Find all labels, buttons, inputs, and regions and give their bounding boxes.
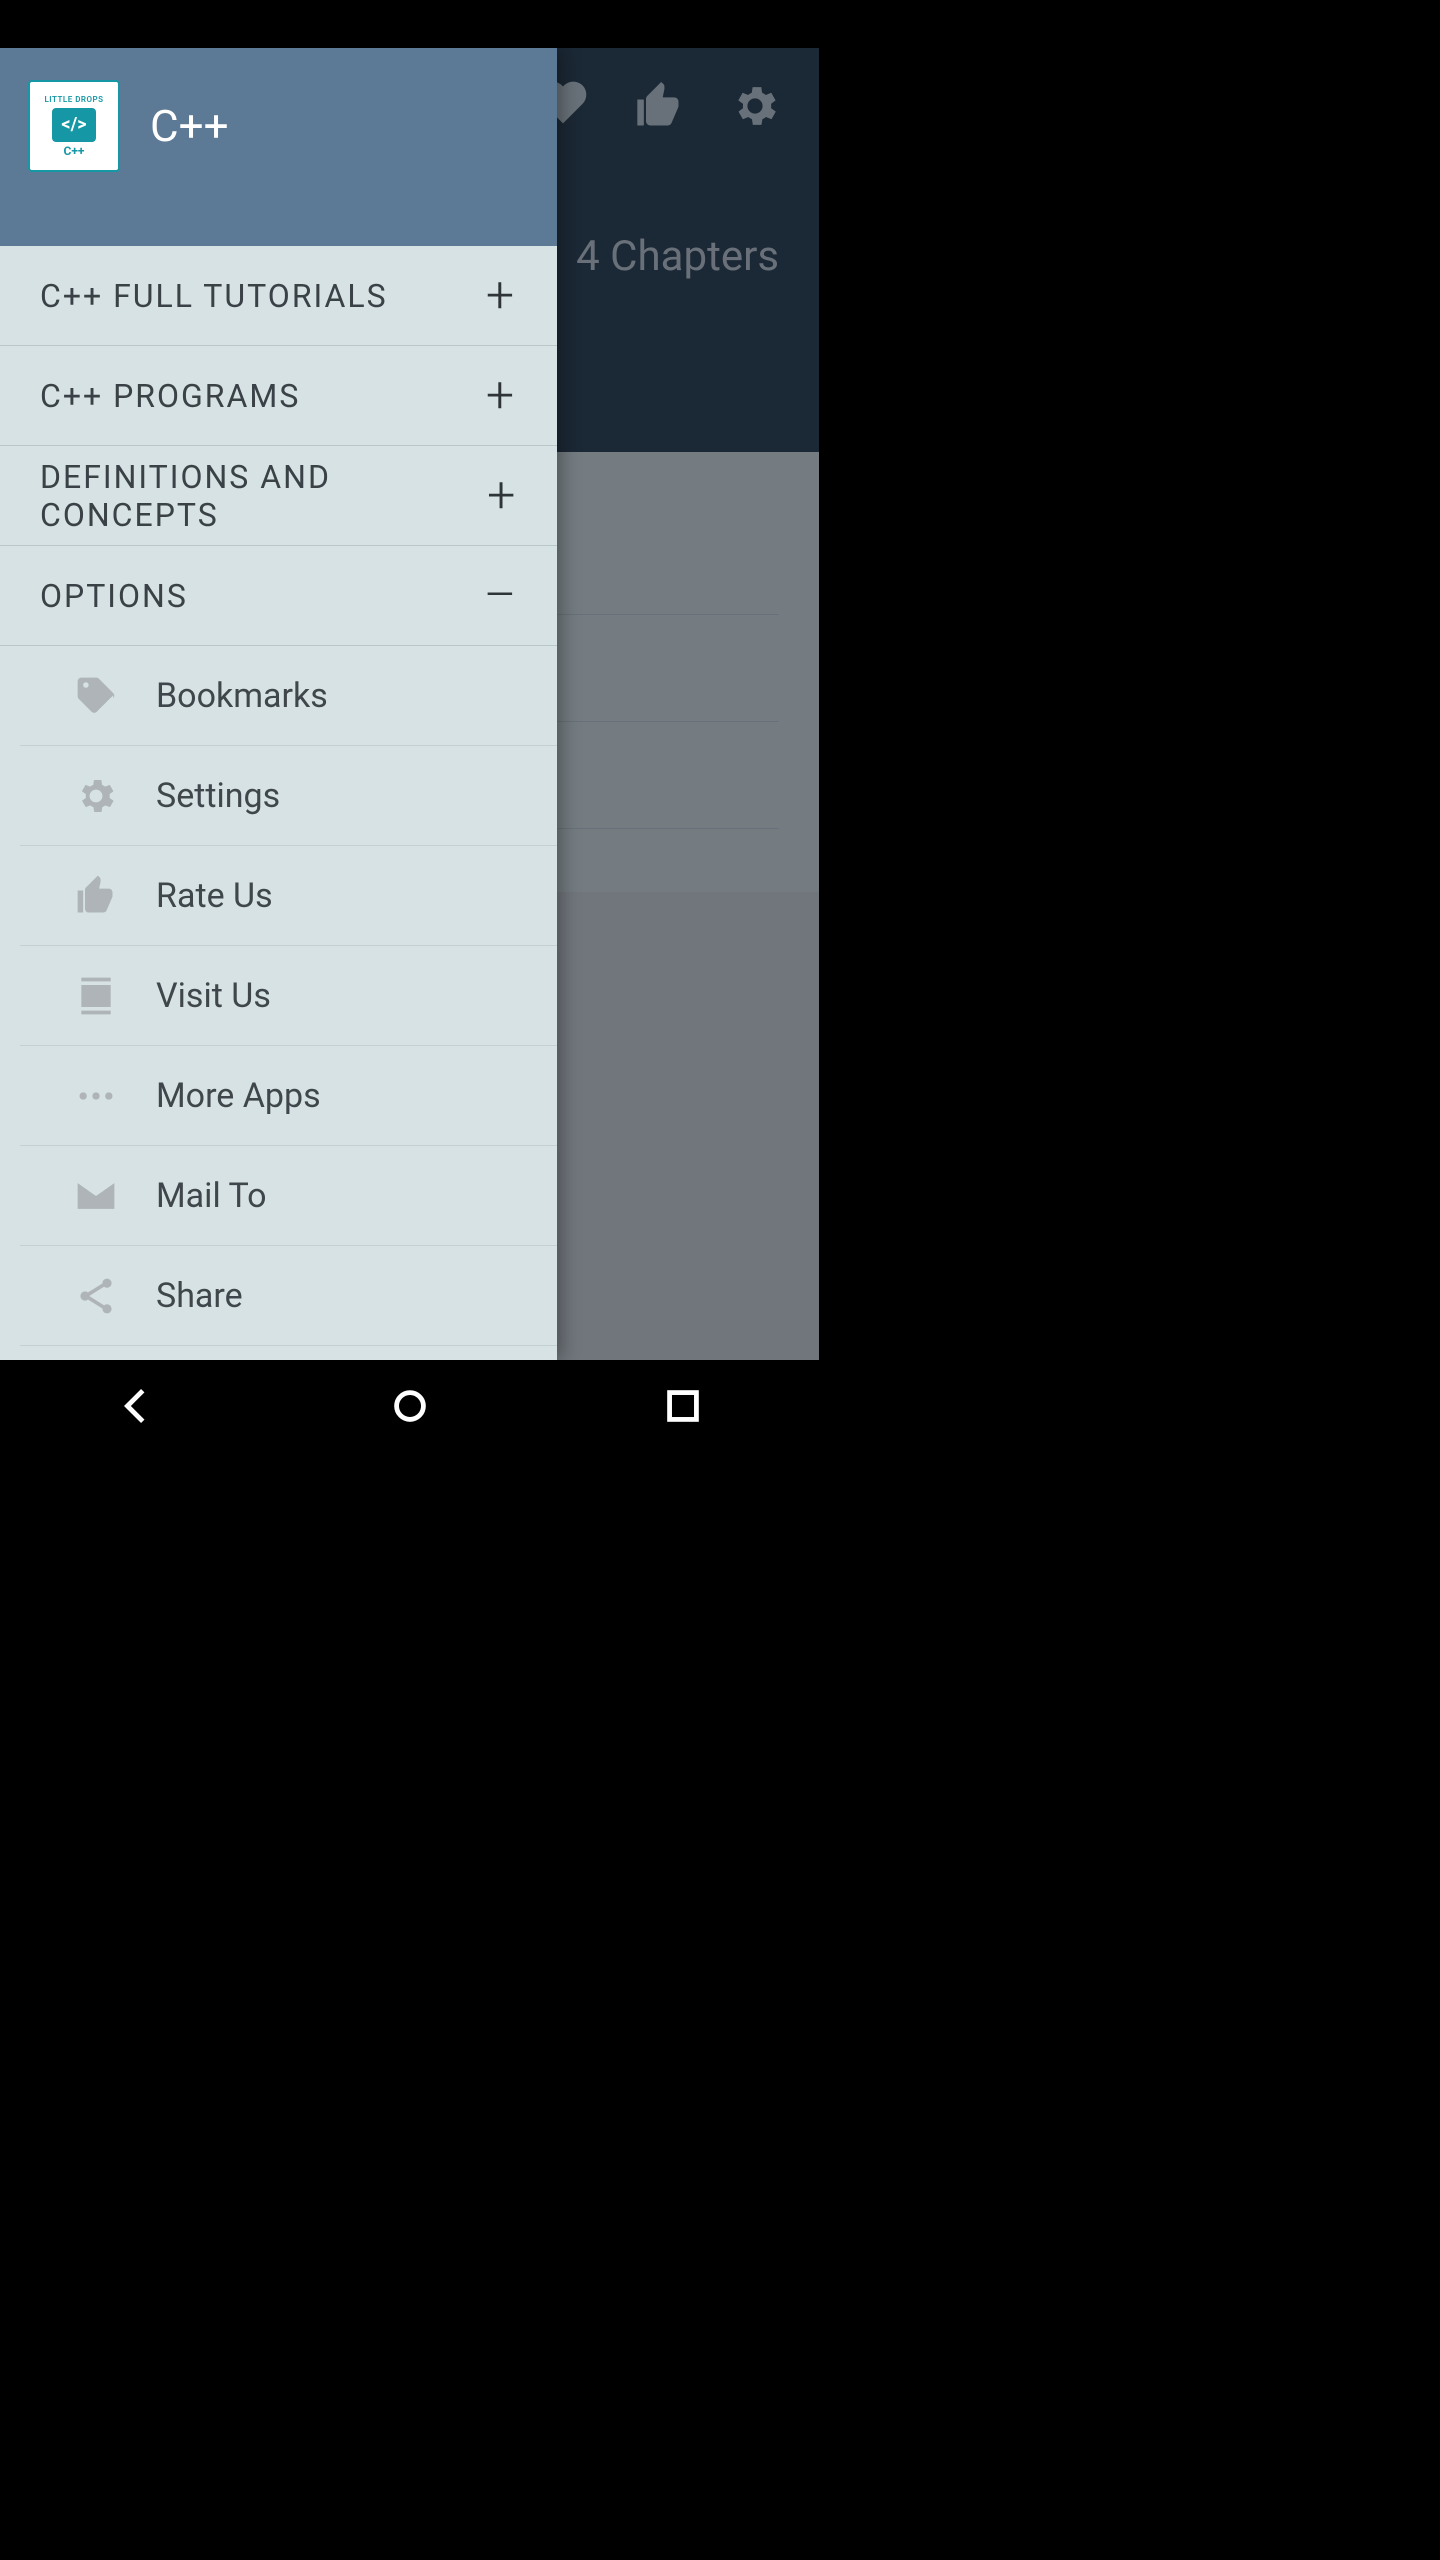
- section-definitions[interactable]: DEFINITIONS AND CONCEPTS+: [0, 446, 557, 546]
- option-visit-us[interactable]: Visit Us: [20, 946, 557, 1046]
- section-full-tutorials[interactable]: C++ FULL TUTORIALS +: [0, 246, 557, 346]
- more-icon: [68, 1068, 124, 1124]
- minus-icon: –: [483, 567, 519, 625]
- option-label: Mail To: [156, 1176, 267, 1216]
- home-button[interactable]: [387, 1383, 433, 1433]
- option-rate-us[interactable]: Rate Us: [20, 846, 557, 946]
- section-label: DEFINITIONS AND CONCEPTS: [40, 458, 486, 534]
- navigation-drawer: LITTLE DROPS </> C++ C++ C++ FULL TUTORI…: [0, 48, 557, 1360]
- gear-icon: [68, 768, 124, 824]
- option-label: More Apps: [156, 1076, 321, 1116]
- option-bookmarks[interactable]: Bookmarks: [20, 646, 557, 746]
- option-label: Bookmarks: [156, 676, 328, 716]
- recent-button[interactable]: [660, 1383, 706, 1433]
- plus-icon: +: [486, 467, 519, 525]
- option-settings[interactable]: Settings: [20, 746, 557, 846]
- section-label: C++ PROGRAMS: [40, 377, 300, 415]
- tag-heart-icon: [68, 668, 124, 724]
- option-more-apps[interactable]: More Apps: [20, 1046, 557, 1146]
- share-icon: [68, 1268, 124, 1324]
- plus-icon: +: [483, 267, 519, 325]
- logo-sub: C++: [64, 144, 85, 158]
- option-label: Rate Us: [156, 876, 273, 916]
- option-label: Share: [156, 1276, 243, 1316]
- drawer-header: LITTLE DROPS </> C++ C++: [0, 48, 557, 246]
- contact-icon: [68, 968, 124, 1024]
- logo-mid: </>: [52, 108, 96, 142]
- status-bar: [0, 0, 819, 48]
- back-button[interactable]: [114, 1383, 160, 1433]
- option-mail-to[interactable]: Mail To: [20, 1146, 557, 1246]
- system-nav-bar: [0, 1360, 819, 1456]
- logo-top: LITTLE DROPS: [44, 95, 103, 104]
- screen: 4 Chapters LITTLE DROPS </> C++ C++ C++ …: [0, 0, 819, 1456]
- plus-icon: +: [483, 367, 519, 425]
- section-programs[interactable]: C++ PROGRAMS +: [0, 346, 557, 446]
- thumbs-up-icon: [68, 868, 124, 924]
- section-label: C++ FULL TUTORIALS: [40, 277, 388, 315]
- section-options[interactable]: OPTIONS –: [0, 546, 557, 646]
- option-label: Settings: [156, 776, 280, 816]
- option-label: Visit Us: [156, 976, 271, 1016]
- app-logo: LITTLE DROPS </> C++: [28, 80, 120, 172]
- option-share[interactable]: Share: [20, 1246, 557, 1346]
- drawer-title: C++: [150, 100, 229, 152]
- mail-icon: [68, 1168, 124, 1224]
- section-label: OPTIONS: [40, 577, 188, 615]
